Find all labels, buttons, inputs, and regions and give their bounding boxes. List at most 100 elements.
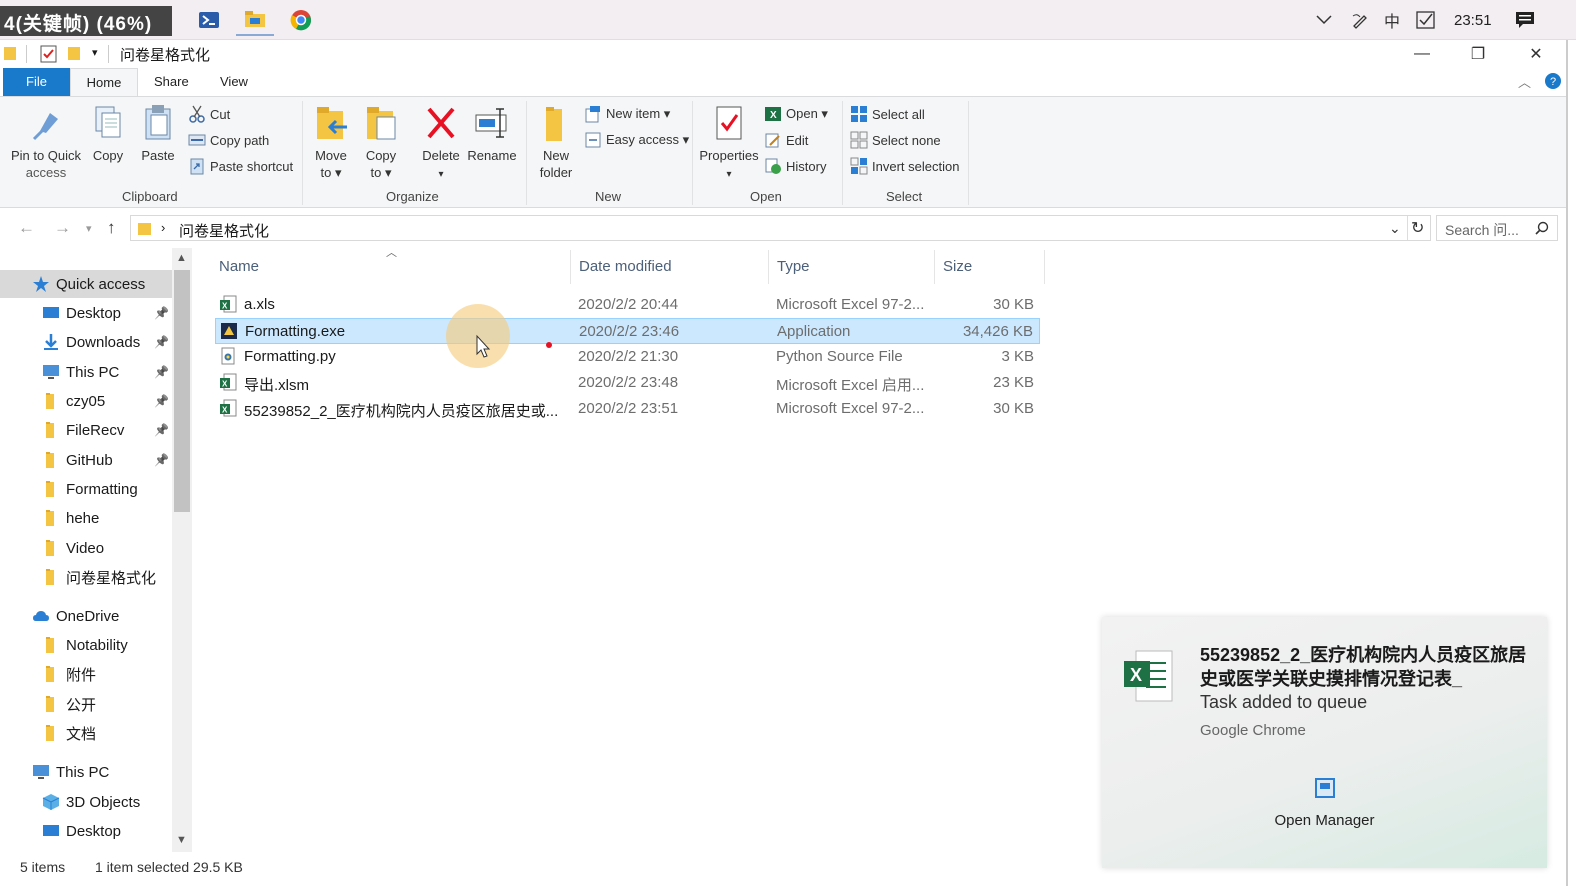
minimize-button[interactable]: — <box>1394 40 1450 68</box>
invert-selection-button[interactable]: Invert selection <box>850 155 959 177</box>
file-row[interactable]: Xa.xls 2020/2/2 20:44 Microsoft Excel 97-2… <box>215 292 1040 318</box>
sidebar-item-czy05[interactable]: czy05 📌 <box>0 387 172 415</box>
open-manager-button[interactable]: Open Manager <box>1102 777 1547 829</box>
rename-button[interactable]: Rename <box>466 103 518 164</box>
sidebar-item-this-pc[interactable]: This PC 📌 <box>0 358 172 386</box>
sidebar-item-hehe[interactable]: hehe <box>0 504 172 532</box>
new-folder-icon[interactable] <box>68 45 82 61</box>
chrome-icon[interactable] <box>282 4 320 36</box>
delete-dropdown-icon[interactable]: ▾ <box>438 169 443 180</box>
copy-path-button[interactable]: Copy path <box>188 129 269 151</box>
history-button[interactable]: History <box>764 155 826 177</box>
edit-button[interactable]: Edit <box>764 129 808 151</box>
sidebar-item-this-pc[interactable]: This PC <box>0 758 172 786</box>
copy-button[interactable]: Copy <box>86 103 130 164</box>
refresh-icon[interactable]: ↻ <box>1411 218 1424 238</box>
sidebar-scroll-thumb[interactable] <box>174 270 190 512</box>
select-none-button[interactable]: Select none <box>850 129 941 151</box>
scroll-down-icon[interactable]: ▼ <box>176 834 187 846</box>
select-all-button[interactable]: Select all <box>850 103 925 125</box>
sidebar-item-formatting[interactable]: Formatting <box>0 475 172 503</box>
sidebar-item-文档[interactable]: 文档 <box>0 719 172 747</box>
customize-toolbar-icon[interactable]: ▾ <box>92 46 98 59</box>
sidebar-item-desktop[interactable]: Desktop <box>0 817 172 845</box>
new-item-button[interactable]: New item ▾ <box>584 103 670 125</box>
scroll-up-icon[interactable]: ▲ <box>176 252 187 264</box>
sidebar-item-问卷星格式化[interactable]: 问卷星格式化 <box>0 563 172 591</box>
maximize-button[interactable]: ❐ <box>1450 40 1506 68</box>
back-icon[interactable]: ← <box>18 218 35 238</box>
column-date-modified[interactable]: Date modified <box>579 258 672 275</box>
checkbox-icon[interactable] <box>1412 0 1440 40</box>
properties-dropdown-icon[interactable]: ▾ <box>726 169 731 180</box>
sidebar-item-3d-objects[interactable]: 3D Objects <box>0 788 172 816</box>
close-button[interactable]: ✕ <box>1508 40 1564 68</box>
column-type[interactable]: Type <box>777 258 810 275</box>
pin-icon[interactable]: 📌 <box>154 423 169 437</box>
pin-icon[interactable]: 📌 <box>154 453 169 467</box>
sidebar-item-quick-access[interactable]: Quick access <box>0 270 172 298</box>
sidebar-item-downloads[interactable]: Downloads 📌 <box>0 328 172 356</box>
file-explorer-icon[interactable] <box>236 4 274 36</box>
paste-shortcut-button[interactable]: Paste shortcut <box>188 155 293 177</box>
cube-icon <box>42 794 60 810</box>
sidebar-item-公开[interactable]: 公开 <box>0 690 172 718</box>
sidebar-item-onedrive[interactable]: OneDrive <box>0 602 172 630</box>
breadcrumb-separator-icon[interactable]: › <box>161 220 165 235</box>
pin-to-quick-access-button[interactable]: Pin to Quick access <box>8 103 84 181</box>
tab-view[interactable]: View <box>206 68 262 96</box>
delete-button[interactable]: Delete ▾ <box>418 103 464 183</box>
recent-locations-icon[interactable]: ▾ <box>86 222 92 235</box>
pin-icon[interactable]: 📌 <box>154 394 169 408</box>
sidebar-item-desktop[interactable]: Desktop 📌 <box>0 299 172 327</box>
paste-button[interactable]: Paste <box>136 103 180 164</box>
new-folder-button[interactable]: New folder <box>534 103 578 181</box>
invert-selection-icon <box>850 157 868 175</box>
sidebar-item-label: Desktop <box>66 304 122 322</box>
tab-home[interactable]: Home <box>70 68 138 96</box>
pen-icon[interactable] <box>1346 0 1374 40</box>
file-row[interactable]: Formatting.py 2020/2/2 21:30 Python Source… <box>215 344 1040 370</box>
file-row[interactable]: Formatting.exe 2020/2/2 23:46 Application 3… <box>215 318 1040 344</box>
pin-icon[interactable]: 📌 <box>154 335 169 349</box>
sidebar-item-notability[interactable]: Notability <box>0 631 172 659</box>
tab-file[interactable]: File <box>3 68 70 96</box>
sidebar-item-label: Desktop <box>66 822 122 840</box>
up-icon[interactable]: ↑ <box>107 218 116 238</box>
notification-icon[interactable] <box>1510 0 1540 40</box>
search-placeholder: Search 问... <box>1445 222 1519 238</box>
properties-icon[interactable] <box>40 45 58 63</box>
column-name[interactable]: Name <box>219 258 259 275</box>
collapse-ribbon-icon[interactable]: ︿ <box>1518 72 1531 91</box>
sidebar-item-filerecv[interactable]: FileRecv 📌 <box>0 416 172 444</box>
download-notification[interactable]: X 55239852_2_医疗机构院内人员疫区旅居史或医学关联史摸排情况登记表_… <box>1102 617 1547 868</box>
properties-button[interactable]: Properties ▾ <box>698 103 760 183</box>
tab-share[interactable]: Share <box>140 68 203 96</box>
clock[interactable]: 23:51 <box>1454 12 1492 29</box>
sidebar-item-github[interactable]: GitHub 📌 <box>0 446 172 474</box>
breadcrumb-path[interactable]: 问卷星格式化 <box>179 220 269 241</box>
sidebar-item-label: GitHub <box>66 451 113 469</box>
address-bar[interactable]: › 问卷星格式化 ⌄ ↻ <box>130 215 1431 241</box>
powershell-icon[interactable] <box>190 4 228 36</box>
open-label: Open ▾ <box>786 106 828 121</box>
forward-icon[interactable]: → <box>54 218 71 238</box>
sidebar-item-video[interactable]: Video <box>0 534 172 562</box>
cut-button[interactable]: Cut <box>188 103 230 125</box>
pin-icon[interactable]: 📌 <box>154 365 169 379</box>
file-row[interactable]: X 导出.xlsm 2020/2/2 23:48 Microsoft Excel 启用… <box>215 370 1040 396</box>
file-row[interactable]: X 55239852_2_医疗机构院内人员疫区旅居史或... 2020/2/2 23… <box>215 396 1040 422</box>
easy-access-button[interactable]: Easy access ▾ <box>584 129 689 151</box>
copy-to-button[interactable]: Copy to ▾ <box>358 103 404 181</box>
move-to-button[interactable]: Move to ▾ <box>308 103 354 181</box>
chevron-down-icon[interactable] <box>1310 0 1338 40</box>
help-icon[interactable]: ? <box>1544 72 1562 90</box>
open-button[interactable]: X Open ▾ <box>764 103 828 125</box>
sidebar-item-附件[interactable]: 附件 <box>0 660 172 688</box>
search-input[interactable]: Search 问... <box>1436 215 1558 241</box>
address-dropdown-icon[interactable]: ⌄ <box>1389 220 1401 237</box>
ime-icon[interactable]: 中 <box>1378 0 1406 40</box>
pin-icon[interactable]: 📌 <box>154 306 169 320</box>
column-size[interactable]: Size <box>943 258 972 275</box>
item-count: 5 items <box>20 859 66 875</box>
